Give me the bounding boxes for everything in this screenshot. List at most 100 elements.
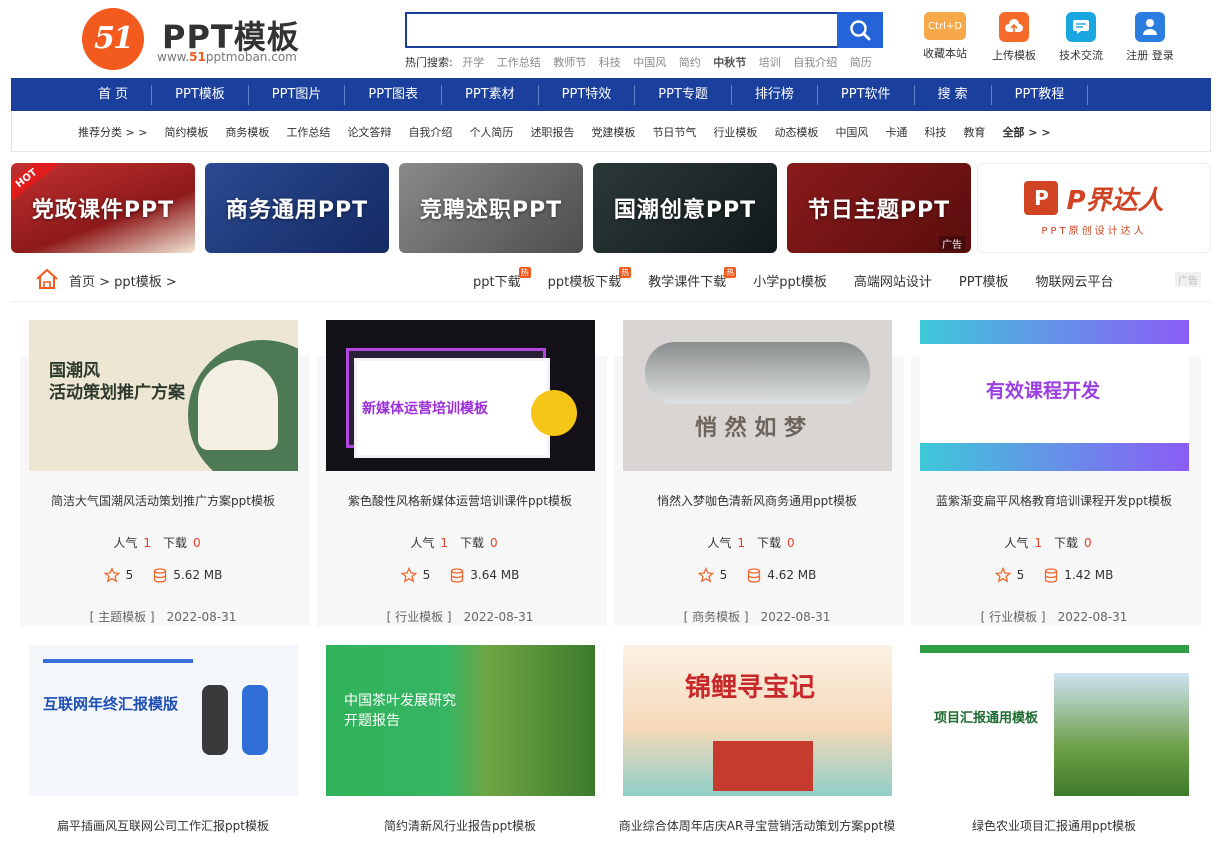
- thumb-decoration: [1054, 673, 1189, 796]
- template-stats: 人气 1 下载 0: [616, 534, 898, 551]
- hot-term[interactable]: 简约: [679, 56, 701, 69]
- hot-term[interactable]: 自我介绍: [793, 56, 837, 69]
- nav-item-ppt-effects[interactable]: PPT特效: [539, 84, 636, 105]
- nav-item-ppt-charts[interactable]: PPT图表: [345, 84, 443, 105]
- top-link[interactable]: 小学ppt模板: [753, 271, 827, 290]
- template-name[interactable]: 扁平插画风互联网公司工作汇报ppt模板: [22, 817, 304, 834]
- category-item[interactable]: 卡通: [885, 124, 907, 140]
- breadcrumb[interactable]: 首页 > ppt模板 >: [69, 271, 177, 290]
- category-item[interactable]: 简约模板: [164, 124, 208, 140]
- template-name[interactable]: 简约清新风行业报告ppt模板: [319, 817, 601, 834]
- template-thumbnail[interactable]: 锦鲤寻宝记: [623, 645, 892, 796]
- template-category[interactable]: [ 行业模板 ]: [387, 610, 452, 624]
- template-thumbnail[interactable]: 中国茶叶发展研究 开题报告: [326, 645, 595, 796]
- template-thumbnail[interactable]: 悄 然 如 梦: [623, 320, 892, 471]
- category-item[interactable]: 工作总结: [286, 124, 330, 140]
- thumb-title: 有效课程开发: [986, 380, 1101, 402]
- top-link[interactable]: ppt模板下载热: [548, 267, 632, 290]
- rating: 5: [125, 568, 134, 582]
- quick-chat[interactable]: 技术交流: [1051, 12, 1111, 63]
- quick-login[interactable]: 注册 登录: [1120, 12, 1180, 63]
- template-name[interactable]: 绿色农业项目汇报通用ppt模板: [913, 817, 1195, 834]
- template-name[interactable]: 商业综合体周年店庆AR寻宝营销活动策划方案ppt模: [616, 817, 898, 834]
- quick-bookmark[interactable]: Ctrl+D 收藏本站: [915, 12, 975, 61]
- category-item[interactable]: 自我介绍: [408, 124, 452, 140]
- template-card[interactable]: 中国茶叶发展研究 开题报告 简约清新风行业报告ppt模板: [319, 645, 601, 834]
- nav-item-ppt-topics[interactable]: PPT专题: [635, 84, 732, 105]
- hot-term[interactable]: 培训: [759, 56, 781, 69]
- top-link[interactable]: PPT模板: [959, 271, 1009, 290]
- top-link[interactable]: ppt下载热: [473, 267, 531, 290]
- file-size: 3.64 MB: [470, 568, 520, 582]
- hot-term[interactable]: 中秋节: [713, 56, 746, 69]
- nav-item-ranking[interactable]: 排行榜: [732, 84, 818, 105]
- hot-term[interactable]: 中国风: [633, 56, 666, 69]
- category-item[interactable]: 商务模板: [225, 124, 269, 140]
- template-category[interactable]: [ 商务模板 ]: [684, 610, 749, 624]
- nav-item-home[interactable]: 首 页: [75, 84, 153, 105]
- template-category[interactable]: [ 主题模板 ]: [90, 610, 155, 624]
- top-link[interactable]: 高端网站设计: [854, 271, 932, 290]
- hot-term[interactable]: 简历: [850, 56, 872, 69]
- cloud-upload-icon: [999, 12, 1029, 42]
- hot-term[interactable]: 开学: [462, 56, 484, 69]
- hot-term[interactable]: 科技: [599, 56, 621, 69]
- category-recommended[interactable]: 推荐分类 > >: [78, 124, 147, 140]
- top-link[interactable]: 教学课件下载热: [648, 267, 737, 290]
- template-name[interactable]: 紫色酸性风格新媒体运营培训课件ppt模板: [319, 492, 601, 509]
- category-item[interactable]: 节日节气: [652, 124, 696, 140]
- nav-item-search[interactable]: 搜 索: [915, 84, 992, 105]
- template-thumbnail[interactable]: 有效课程开发: [920, 320, 1189, 471]
- category-item[interactable]: 个人简历: [469, 124, 513, 140]
- search-input[interactable]: [405, 12, 838, 48]
- template-card[interactable]: 项目汇报通用模板 绿色农业项目汇报通用ppt模板: [913, 645, 1195, 834]
- category-item[interactable]: 述职报告: [530, 124, 574, 140]
- quick-chat-label: 技术交流: [1059, 49, 1103, 62]
- template-card[interactable]: 悄 然 如 梦 悄然入梦咖色清新风商务通用ppt模板 人气 1 下载 0 5 4.62…: [614, 320, 904, 626]
- nav-item-ppt-software[interactable]: PPT软件: [818, 84, 915, 105]
- nav-item-ppt-templates[interactable]: PPT模板: [152, 84, 249, 105]
- template-thumbnail[interactable]: 国潮风 活动策划推广方案: [29, 320, 298, 471]
- nav-item-ppt-tutorials[interactable]: PPT教程: [992, 84, 1089, 105]
- site-logo[interactable]: 51 PPT模板 www.51pptmoban.com: [82, 8, 322, 70]
- top-link[interactable]: 物联网云平台: [1035, 271, 1113, 290]
- banner-party-courseware[interactable]: HOT 党政课件PPT: [11, 163, 195, 253]
- category-item[interactable]: 动态模板: [774, 124, 818, 140]
- banner-business[interactable]: 商务通用PPT: [205, 163, 389, 253]
- template-name[interactable]: 简洁大气国潮风活动策划推广方案ppt模板: [22, 492, 304, 509]
- template-card[interactable]: 有效课程开发 蓝紫渐变扁平风格教育培训课程开发ppt模板 人气 1 下载 0 5 1.…: [911, 320, 1201, 626]
- quick-upload[interactable]: 上传模板: [984, 12, 1044, 63]
- thumb-decoration: [242, 685, 268, 755]
- nav-item-ppt-images[interactable]: PPT图片: [249, 84, 346, 105]
- popularity-count: 1: [1034, 536, 1042, 550]
- category-item[interactable]: 论文答辩: [347, 124, 391, 140]
- ad-title: P界达人: [1066, 185, 1164, 216]
- banner-festival[interactable]: 节日主题PPT 广告: [787, 163, 971, 253]
- template-card[interactable]: 国潮风 活动策划推广方案 简洁大气国潮风活动策划推广方案ppt模板 人气 1 下载 0…: [20, 320, 310, 626]
- category-item[interactable]: 党建模板: [591, 124, 635, 140]
- template-card[interactable]: 新媒体运营培训模板 紫色酸性风格新媒体运营培训课件ppt模板 人气 1 下载 0 5 …: [317, 320, 607, 626]
- template-thumbnail[interactable]: 互联网年终汇报模版: [29, 645, 298, 796]
- category-item[interactable]: 行业模板: [713, 124, 757, 140]
- category-item[interactable]: 中国风: [835, 124, 868, 140]
- hot-term[interactable]: 教师节: [553, 56, 586, 69]
- category-item[interactable]: 教育: [963, 124, 985, 140]
- template-card[interactable]: 互联网年终汇报模版 扁平插画风互联网公司工作汇报ppt模板: [22, 645, 304, 834]
- category-all[interactable]: 全部 > >: [1002, 124, 1050, 140]
- banner-job-report[interactable]: 竞聘述职PPT: [399, 163, 583, 253]
- search-button[interactable]: [837, 12, 883, 48]
- home-icon[interactable]: [35, 268, 59, 290]
- hot-term[interactable]: 工作总结: [497, 56, 541, 69]
- category-item[interactable]: 科技: [924, 124, 946, 140]
- template-thumbnail[interactable]: 项目汇报通用模板: [920, 645, 1189, 796]
- template-category[interactable]: [ 行业模板 ]: [981, 610, 1046, 624]
- template-card[interactable]: 锦鲤寻宝记 商业综合体周年店庆AR寻宝营销活动策划方案ppt模: [616, 645, 898, 834]
- banner-ad-pjieda[interactable]: P P界达人 PPT原创设计达人: [977, 163, 1211, 253]
- template-name[interactable]: 悄然入梦咖色清新风商务通用ppt模板: [616, 492, 898, 509]
- template-name[interactable]: 蓝紫渐变扁平风格教育培训课程开发ppt模板: [913, 492, 1195, 509]
- template-meta: 5 5.62 MB: [22, 567, 304, 583]
- nav-item-ppt-assets[interactable]: PPT素材: [442, 84, 539, 105]
- banner-guochao[interactable]: 国潮创意PPT: [593, 163, 777, 253]
- template-thumbnail[interactable]: 新媒体运营培训模板: [326, 320, 595, 471]
- template-category-row: [ 行业模板 ] 2022-08-31: [319, 608, 601, 625]
